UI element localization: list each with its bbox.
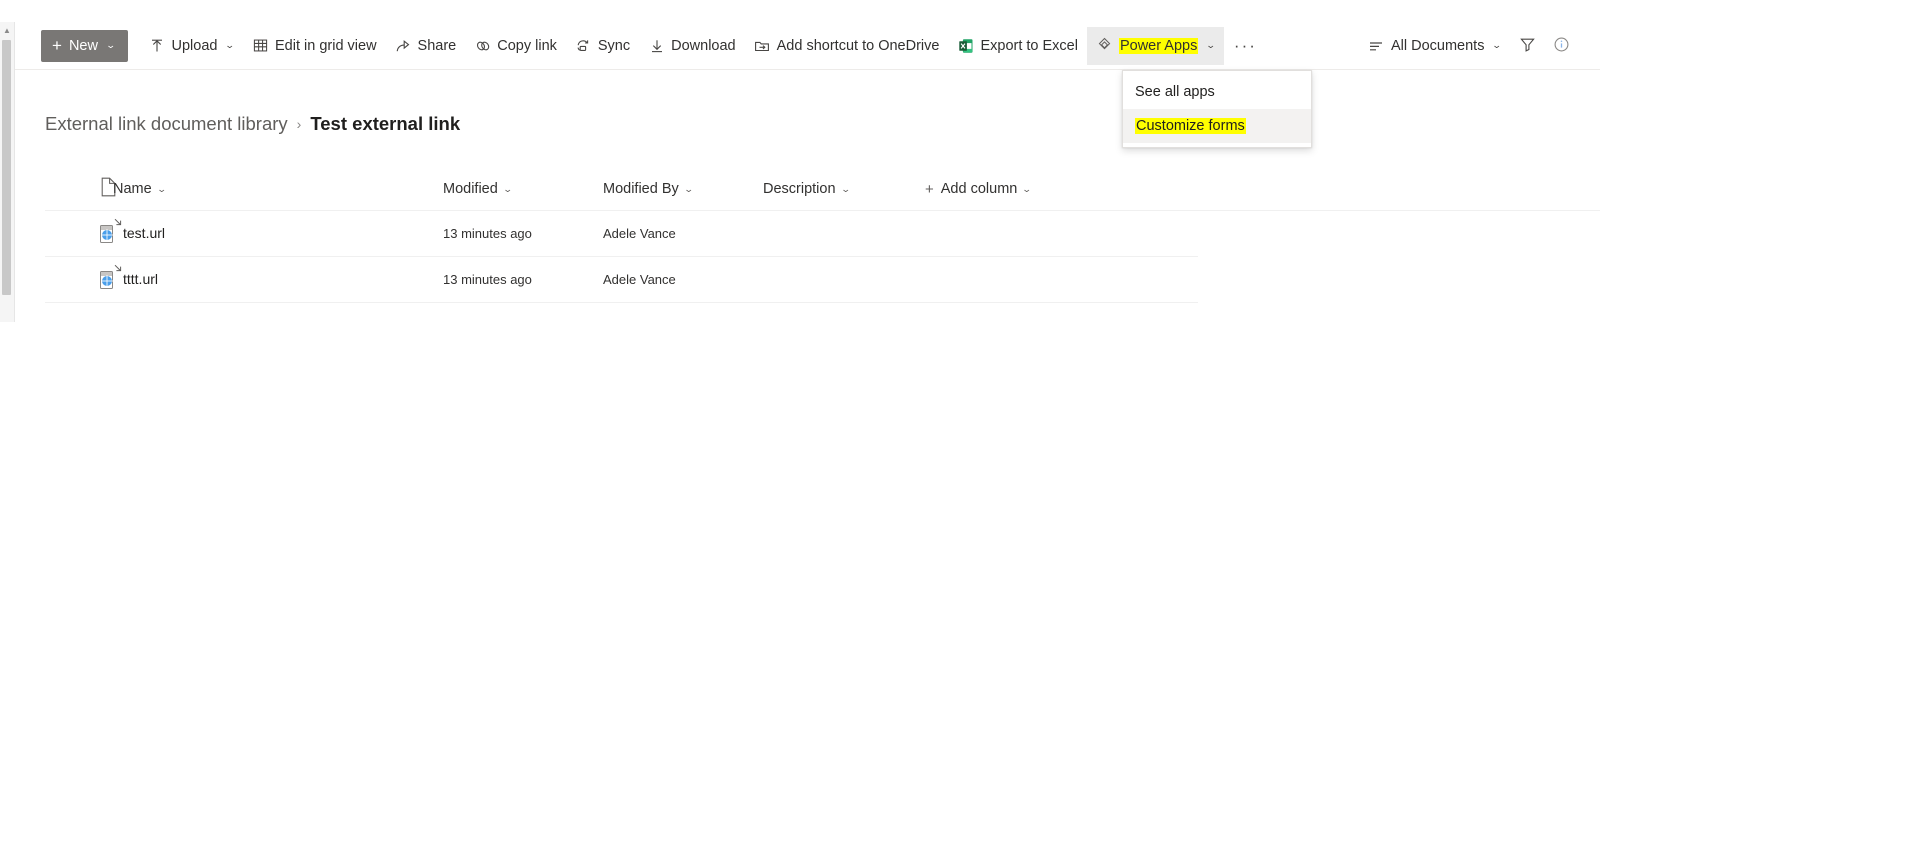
file-name-link[interactable]: tttt.url <box>113 264 159 287</box>
modified-value: 13 minutes ago <box>443 225 532 241</box>
table-row[interactable]: test.url 13 minutes ago Adele Vance <box>45 211 1198 257</box>
filter-button[interactable] <box>1510 29 1544 63</box>
column-header-name-label: Name <box>113 181 152 197</box>
scrollbar-up-arrow-icon[interactable]: ▲ <box>0 24 14 38</box>
chevron-down-icon: ⌄ <box>840 183 851 194</box>
info-icon <box>1553 36 1570 56</box>
share-button[interactable]: Share <box>386 27 466 65</box>
modified-by-value: Adele Vance <box>603 271 676 287</box>
copy-link-label: Copy link <box>497 37 557 54</box>
add-column-label: Add column <box>940 181 1018 197</box>
filter-icon <box>1519 36 1536 56</box>
share-label: Share <box>417 37 457 54</box>
menu-item-see-all-apps[interactable]: See all apps <box>1123 75 1311 109</box>
page-scrollbar[interactable]: ▲ <box>0 22 15 322</box>
breadcrumb-separator-icon: › <box>296 116 302 132</box>
link-icon <box>474 37 491 54</box>
new-button[interactable]: + New ⌄ <box>41 29 128 62</box>
url-file-icon <box>100 270 113 289</box>
row-file-icon-cell[interactable] <box>45 270 113 289</box>
column-header-name[interactable]: Name ⌄ <box>113 181 443 197</box>
upload-icon <box>149 37 166 54</box>
shortcut-arrow-icon <box>113 263 124 274</box>
chevron-down-icon: ⌄ <box>1022 183 1033 194</box>
url-file-icon <box>100 224 113 243</box>
see-all-apps-label: See all apps <box>1135 84 1215 100</box>
chevron-down-icon: ⌄ <box>156 183 167 194</box>
column-header-description[interactable]: Description ⌄ <box>763 181 925 197</box>
view-selector-button[interactable]: All Documents ⌄ <box>1359 27 1510 65</box>
view-selector-label: All Documents <box>1390 37 1485 54</box>
sync-label: Sync <box>597 37 631 54</box>
copy-link-button[interactable]: Copy link <box>465 27 566 65</box>
globe-icon <box>101 276 112 286</box>
sync-icon <box>575 37 592 54</box>
row-file-icon-cell[interactable] <box>45 224 113 243</box>
file-name-link[interactable]: test.url <box>113 218 166 241</box>
chevron-down-icon: ⌄ <box>683 183 694 194</box>
edit-in-grid-view-label: Edit in grid view <box>275 37 377 54</box>
download-label: Download <box>671 37 736 54</box>
breadcrumb-parent-link[interactable]: External link document library <box>45 113 288 135</box>
upload-label: Upload <box>171 37 218 54</box>
details-info-button[interactable] <box>1544 29 1578 63</box>
add-column-button[interactable]: + Add column ⌄ <box>925 181 1085 198</box>
add-shortcut-to-onedrive-button[interactable]: Add shortcut to OneDrive <box>745 27 949 65</box>
menu-item-customize-forms[interactable]: Customize forms <box>1123 109 1311 143</box>
scrollbar-thumb[interactable] <box>2 40 11 295</box>
sync-button[interactable]: Sync <box>566 27 639 65</box>
column-header-modified[interactable]: Modified ⌄ <box>443 181 603 197</box>
globe-icon <box>101 230 112 240</box>
file-name-text: test.url <box>123 224 166 241</box>
chevron-down-icon: ⌄ <box>1492 40 1503 50</box>
shortcut-arrow-icon <box>113 217 124 228</box>
download-icon <box>648 37 665 54</box>
file-name-text: tttt.url <box>123 270 159 287</box>
upload-button[interactable]: Upload ⌄ <box>140 27 244 65</box>
customize-forms-label: Customize forms <box>1135 118 1246 134</box>
view-list-icon <box>1368 37 1385 54</box>
modified-value: 13 minutes ago <box>443 271 532 287</box>
column-header-modified-by[interactable]: Modified By ⌄ <box>603 181 763 197</box>
column-header-description-label: Description <box>763 181 836 197</box>
command-bar: + New ⌄ Upload ⌄ Edit in grid view Share… <box>15 22 1600 70</box>
add-shortcut-label: Add shortcut to OneDrive <box>776 37 940 54</box>
chevron-down-icon: ⌄ <box>105 40 116 50</box>
power-apps-icon <box>1096 37 1113 54</box>
command-bar-left-group: + New ⌄ Upload ⌄ Edit in grid view Share… <box>15 22 1359 69</box>
document-list: Name ⌄ Modified ⌄ Modified By ⌄ Descript… <box>45 168 1600 303</box>
column-header-modified-by-label: Modified By <box>603 181 679 197</box>
modified-by-value: Adele Vance <box>603 225 676 241</box>
breadcrumb: External link document library › Test ex… <box>45 110 460 138</box>
column-header-file-type[interactable] <box>45 177 116 202</box>
list-header-row: Name ⌄ Modified ⌄ Modified By ⌄ Descript… <box>45 168 1600 211</box>
power-apps-label: Power Apps <box>1118 37 1199 54</box>
edit-in-grid-view-button[interactable]: Edit in grid view <box>243 27 386 65</box>
table-row[interactable]: tttt.url 13 minutes ago Adele Vance <box>45 257 1198 303</box>
more-commands-button[interactable]: ··· <box>1224 27 1267 65</box>
chevron-down-icon: ⌄ <box>502 183 513 194</box>
plus-icon: + <box>925 180 934 198</box>
sharepoint-document-library-page: ▲ + New ⌄ Upload ⌄ Edit in grid view Sha… <box>0 0 1906 867</box>
breadcrumb-current-folder: Test external link <box>310 113 461 134</box>
plus-icon: + <box>52 36 62 55</box>
add-shortcut-icon <box>754 37 771 54</box>
new-button-label: New <box>68 37 98 54</box>
power-apps-button[interactable]: Power Apps ⌄ <box>1086 26 1224 65</box>
excel-icon <box>957 37 974 54</box>
power-apps-menu: See all apps Customize forms <box>1122 70 1312 148</box>
command-bar-right-group: All Documents ⌄ <box>1359 22 1600 69</box>
export-to-excel-label: Export to Excel <box>980 37 1078 54</box>
export-to-excel-button[interactable]: Export to Excel <box>948 27 1087 65</box>
column-header-modified-label: Modified <box>443 181 498 197</box>
chevron-down-icon: ⌄ <box>225 40 236 50</box>
download-button[interactable]: Download <box>639 27 745 65</box>
share-icon <box>395 37 412 54</box>
grid-icon <box>252 37 269 54</box>
chevron-down-icon: ⌄ <box>1206 40 1217 50</box>
